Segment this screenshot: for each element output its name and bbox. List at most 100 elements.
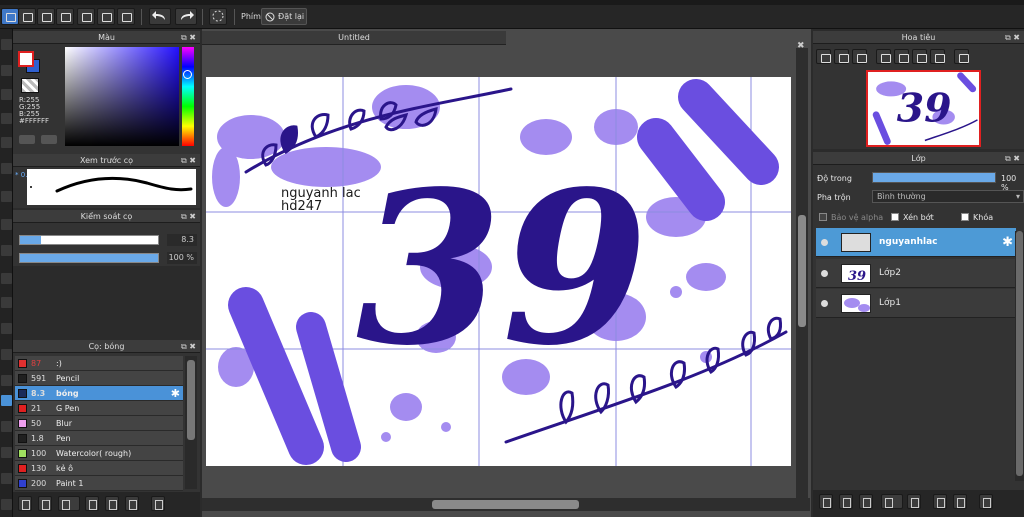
page-list-button[interactable] — [97, 8, 115, 25]
transparent-swatch[interactable] — [21, 78, 39, 93]
gear-icon[interactable]: ✱ — [171, 386, 180, 401]
eyedropper-tool-icon[interactable] — [1, 447, 12, 458]
lasso-tool-icon[interactable] — [1, 137, 12, 148]
comment-button[interactable] — [37, 8, 55, 25]
pen-tool-icon[interactable] — [1, 39, 12, 50]
brush-row[interactable]: 591 Pencil — [15, 371, 183, 386]
flip-button[interactable] — [912, 49, 927, 64]
delete-layer-button[interactable] — [979, 494, 993, 509]
hue-handle[interactable] — [183, 70, 192, 79]
hue-slider[interactable] — [182, 47, 194, 146]
export-button[interactable] — [18, 8, 36, 25]
merge-layer-button[interactable] — [953, 494, 967, 509]
brush-settings-button[interactable] — [85, 496, 99, 511]
layer-row[interactable]: Lớp1 — [816, 289, 1016, 318]
blend-mode-select[interactable]: Bình thường ▾ — [872, 190, 1024, 203]
move-tool-icon[interactable] — [1, 323, 12, 334]
move-tool-button[interactable] — [1, 8, 19, 25]
lock-checkbox[interactable] — [961, 213, 969, 221]
brush-opacity-slider[interactable] — [19, 253, 159, 263]
new-raster-layer-button[interactable] — [839, 494, 853, 509]
rotate-left-button[interactable] — [876, 49, 891, 64]
brush-row[interactable]: 200 Paint 1 — [15, 476, 183, 491]
brush-row[interactable]: 1.8 Pen — [15, 431, 183, 446]
magic-wand-tool-icon[interactable] — [1, 297, 12, 308]
add-brush-button[interactable] — [18, 496, 32, 511]
navigator-thumbnail[interactable]: 39 — [866, 70, 981, 147]
canvas-vertical-scroll-thumb[interactable] — [798, 215, 806, 327]
document-tab[interactable]: Untitled — [202, 31, 506, 45]
brush-size-slider[interactable] — [19, 235, 159, 245]
reset-button[interactable]: Đặt lại — [261, 8, 307, 25]
layer-list-scroll-thumb[interactable] — [1016, 231, 1023, 476]
redo-button[interactable] — [175, 8, 197, 25]
page-button[interactable] — [77, 8, 95, 25]
brush-tool-icon[interactable] — [1, 163, 12, 174]
rotate-right-button[interactable] — [930, 49, 945, 64]
layer-row[interactable]: nguyanhlac ✱ — [816, 228, 1016, 257]
panel-close-icon[interactable]: ⧉ ✖ — [181, 154, 196, 167]
panel-close-icon[interactable]: ⧉ ✖ — [181, 31, 196, 44]
grid-button[interactable] — [117, 8, 135, 25]
select-tool-icon[interactable] — [1, 113, 12, 124]
brush-row[interactable]: 21 G Pen — [15, 401, 183, 416]
navigator-panel: Hoa tiêu ⧉ ✖ 39 — [813, 31, 1024, 149]
duplicate-brush-button[interactable] — [125, 496, 139, 511]
new-halftone-layer-button[interactable] — [859, 494, 873, 509]
panel-close-icon[interactable]: ⧉ ✖ — [1005, 31, 1020, 44]
pencil-tool-icon[interactable] — [1, 375, 12, 386]
layer-menu-button[interactable] — [881, 494, 903, 509]
text-tool-icon[interactable] — [1, 191, 12, 202]
blur-tool-icon[interactable] — [1, 349, 12, 360]
clip-checkbox[interactable] — [891, 213, 899, 221]
hand-tool-icon[interactable] — [1, 421, 12, 432]
shape-tool-icon[interactable] — [1, 273, 12, 284]
canvas-horizontal-scroll-thumb[interactable] — [432, 500, 579, 509]
rotate-tool-icon[interactable] — [1, 499, 12, 510]
brush-row[interactable]: 100 Watercolor( rough) — [15, 446, 183, 461]
new-folder-button[interactable] — [907, 494, 921, 509]
navigator-options-button[interactable] — [954, 49, 969, 64]
visibility-eye-icon[interactable] — [821, 270, 828, 277]
eraser-tool-icon[interactable] — [1, 89, 12, 100]
saturation-value-picker[interactable] — [65, 47, 179, 146]
zoom-in-button[interactable] — [816, 49, 831, 64]
panel-close-icon[interactable]: ⧉ ✖ — [1005, 152, 1020, 165]
gradient-tool-icon[interactable] — [1, 245, 12, 256]
eraser-active-tool-icon[interactable] — [1, 395, 12, 406]
panel-close-icon[interactable]: ⧉ ✖ — [181, 210, 196, 223]
layer-opacity-slider[interactable] — [872, 172, 996, 183]
brush-name: bóng — [56, 389, 79, 398]
drawing-canvas[interactable]: 39 nguyanh lac hd247 — [206, 77, 791, 466]
visibility-eye-icon[interactable] — [821, 239, 828, 246]
new-brush-button[interactable] — [38, 496, 52, 511]
foreground-color-swatch[interactable] — [18, 51, 34, 67]
brush-name: Blur — [56, 419, 73, 428]
brush-menu-button[interactable] — [58, 496, 80, 511]
alpha-lock-checkbox[interactable] — [819, 213, 827, 221]
brush-row[interactable]: 50 Blur — [15, 416, 183, 431]
layer-row[interactable]: 39 Lớp2 — [816, 259, 1016, 288]
brush-row[interactable]: 8.3 bóng ✱ — [15, 386, 183, 401]
reset-view-button[interactable] — [894, 49, 909, 64]
brush-folder-button[interactable] — [105, 496, 119, 511]
zoom-tool-icon[interactable] — [1, 473, 12, 484]
zoom-fit-button[interactable] — [834, 49, 849, 64]
undo-button[interactable] — [149, 8, 171, 25]
diamond-tool-icon[interactable] — [1, 65, 12, 76]
brush-list-scroll-thumb[interactable] — [187, 360, 195, 440]
gear-icon[interactable]: ✱ — [1002, 228, 1013, 257]
toolbar-divider — [202, 9, 203, 25]
swap-colors-button[interactable] — [19, 135, 35, 144]
fill-tool-icon[interactable] — [1, 219, 12, 230]
brush-row[interactable]: 87:) — [15, 356, 183, 371]
new-layer-button[interactable] — [819, 494, 833, 509]
duplicate-layer-button[interactable] — [933, 494, 947, 509]
selection-button[interactable] — [209, 8, 227, 25]
delete-brush-button[interactable] — [151, 496, 165, 511]
brush-row[interactable]: 130 kẻ ô — [15, 461, 183, 476]
zoom-out-button[interactable] — [852, 49, 867, 64]
speech-bubble-button[interactable] — [56, 8, 74, 25]
reset-colors-button[interactable] — [41, 135, 57, 144]
visibility-eye-icon[interactable] — [821, 300, 828, 307]
